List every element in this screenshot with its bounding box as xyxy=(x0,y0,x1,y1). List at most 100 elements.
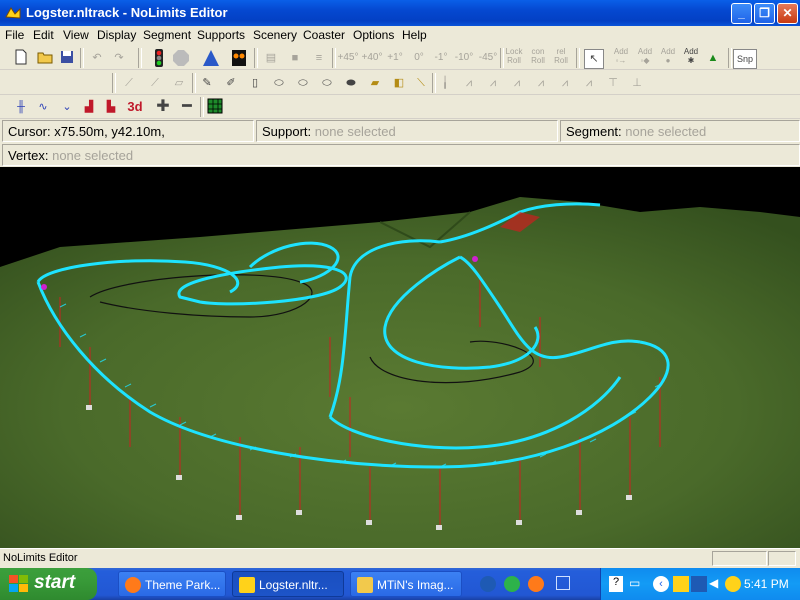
start-label: start xyxy=(34,572,76,593)
terrain-mesh xyxy=(0,197,800,548)
task-mtin[interactable]: MTiN's Imag... xyxy=(350,571,462,597)
close-button[interactable]: ✕ xyxy=(777,3,798,24)
network-icon[interactable] xyxy=(691,576,707,592)
select-cursor-icon[interactable]: ↖ xyxy=(584,49,604,69)
maximize-button[interactable]: ❐ xyxy=(754,3,775,24)
firefox-icon xyxy=(125,577,141,593)
desktop-icon[interactable]: ▭ xyxy=(629,576,643,592)
menu-edit[interactable]: Edit xyxy=(33,28,54,42)
track-bend-icon[interactable]: ⟋ xyxy=(146,74,164,92)
menu-coaster[interactable]: Coaster xyxy=(303,28,345,42)
zoom-out-icon[interactable]: ━ xyxy=(178,98,196,116)
save-icon[interactable] xyxy=(58,49,76,67)
menu-segment[interactable]: Segment xyxy=(143,28,191,42)
support-g-icon[interactable]: ⊤ xyxy=(604,74,622,92)
track-dip-icon[interactable]: ⌄ xyxy=(58,98,76,116)
elevation-zero-button[interactable]: 0° xyxy=(408,49,430,67)
wood-plank-icon[interactable]: ▰ xyxy=(366,74,384,92)
add-support-button[interactable]: Add ● xyxy=(657,47,679,65)
redo-icon[interactable]: ↷ xyxy=(110,49,128,67)
pencil-icon[interactable]: ✎ xyxy=(198,74,216,92)
track-scene[interactable] xyxy=(0,167,800,548)
start-button[interactable]: start xyxy=(0,568,97,600)
add-footer-icon[interactable]: ▲ xyxy=(704,49,722,67)
elevation-minus10-button[interactable]: -10° xyxy=(453,49,475,67)
open-folder-icon[interactable] xyxy=(36,49,54,67)
support-h-icon[interactable]: ⊥ xyxy=(628,74,646,92)
lock-roll-button[interactable]: Lock Roll xyxy=(503,47,525,65)
support-post-icon[interactable]: ╽ xyxy=(436,74,454,92)
undo-icon[interactable]: ↶ xyxy=(88,49,106,67)
track-piece-icon[interactable]: ⟋ xyxy=(120,74,138,92)
chrome-icon[interactable] xyxy=(504,576,520,592)
vertex-marker xyxy=(472,256,478,262)
traffic-light-icon[interactable] xyxy=(150,49,168,67)
cursor-value: x75.50m, y42.10m, xyxy=(54,124,165,139)
support-c-icon[interactable]: ⩘ xyxy=(508,74,526,92)
support-d-icon[interactable]: ⩘ xyxy=(532,74,550,92)
double-pencil-icon[interactable]: ✐ xyxy=(222,74,240,92)
zoom-in-icon[interactable]: ✚ xyxy=(154,98,172,116)
support-a-icon[interactable]: ⩘ xyxy=(460,74,478,92)
new-file-icon[interactable] xyxy=(12,49,30,67)
track-ladder-icon[interactable]: ╫ xyxy=(12,98,30,116)
volume-icon[interactable]: ◀ xyxy=(709,576,723,592)
cylinder-wide-icon[interactable]: ⬬ xyxy=(342,74,360,92)
con-roll-button[interactable]: con Roll xyxy=(527,47,549,65)
elevation-plus40-button[interactable]: +40° xyxy=(361,49,383,67)
train-red-icon[interactable]: ▟ xyxy=(80,98,98,116)
station-light-icon[interactable] xyxy=(230,49,248,67)
help-icon[interactable]: ? xyxy=(609,576,623,592)
3d-viewport[interactable] xyxy=(0,167,800,548)
cylinder-tall-icon[interactable]: ▯ xyxy=(246,74,264,92)
terrain-grid-icon[interactable] xyxy=(206,98,224,116)
stop-sign-icon[interactable] xyxy=(172,49,190,67)
menu-supports[interactable]: Supports xyxy=(197,28,245,42)
elevation-minus1-button[interactable]: -1° xyxy=(430,49,452,67)
cursor-label: Cursor: xyxy=(8,124,51,139)
task-theme-park[interactable]: Theme Park... xyxy=(118,571,226,597)
ie-icon[interactable] xyxy=(480,576,496,592)
menu-help[interactable]: Help xyxy=(402,28,427,42)
support-f-icon[interactable]: ⩘ xyxy=(580,74,598,92)
align-icon[interactable]: ≡ xyxy=(310,49,328,67)
quicklaunch-window-icon[interactable] xyxy=(556,576,570,590)
menu-options[interactable]: Options xyxy=(353,28,394,42)
status-panel-1 xyxy=(712,551,767,566)
wood-box-icon[interactable]: ◧ xyxy=(390,74,408,92)
add-beam-button[interactable]: Add ✱ xyxy=(680,47,702,65)
support-e-icon[interactable]: ⩘ xyxy=(556,74,574,92)
window-title: Logster.nltrack - NoLimits Editor xyxy=(26,5,228,20)
firefox-quicklaunch-icon[interactable] xyxy=(528,576,544,592)
train-cars-icon[interactable]: ▙ xyxy=(102,98,120,116)
task-logster[interactable]: Logster.nltr... xyxy=(232,571,344,597)
taskbar: start Theme Park... Logster.nltr... MTiN… xyxy=(0,568,800,600)
snap-button[interactable]: Snp xyxy=(733,49,757,69)
cylinder-medium-icon[interactable]: ⬭ xyxy=(294,74,312,92)
elevation-plus1-button[interactable]: +1° xyxy=(384,49,406,67)
track-wide-icon[interactable]: ▱ xyxy=(170,74,188,92)
menu-display[interactable]: Display xyxy=(97,28,136,42)
menu-file[interactable]: File xyxy=(5,28,24,42)
warning-icon[interactable] xyxy=(202,49,220,67)
minimize-button[interactable]: _ xyxy=(731,3,752,24)
messenger-icon[interactable] xyxy=(725,576,741,592)
shield-icon[interactable] xyxy=(673,576,689,592)
elevation-plus45-button[interactable]: +45° xyxy=(337,49,359,67)
grid-view-icon[interactable]: ▤ xyxy=(262,49,280,67)
elevation-minus45-button[interactable]: -45° xyxy=(477,49,499,67)
chevron-left-icon[interactable]: ‹ xyxy=(653,576,669,592)
support-b-icon[interactable]: ⩘ xyxy=(484,74,502,92)
add-node-button[interactable]: Add ◦◆ xyxy=(634,47,656,65)
menu-scenery[interactable]: Scenery xyxy=(253,28,297,42)
title-bar[interactable]: Logster.nltrack - NoLimits Editor _ ❐ ✕ xyxy=(0,0,800,26)
wood-diagonal-icon[interactable]: ⟍ xyxy=(412,74,430,92)
cylinder-icon[interactable]: ⬭ xyxy=(270,74,288,92)
track-wave-icon[interactable]: ∿ xyxy=(34,98,52,116)
rel-roll-button[interactable]: rel Roll xyxy=(550,47,572,65)
menu-view[interactable]: View xyxy=(63,28,89,42)
cylinder-short-icon[interactable]: ⬭ xyxy=(318,74,336,92)
add-vertex-button[interactable]: Add ◦→ xyxy=(610,47,632,65)
block-icon[interactable]: ■ xyxy=(286,49,304,67)
view-3d-button[interactable]: 3d xyxy=(126,98,144,116)
